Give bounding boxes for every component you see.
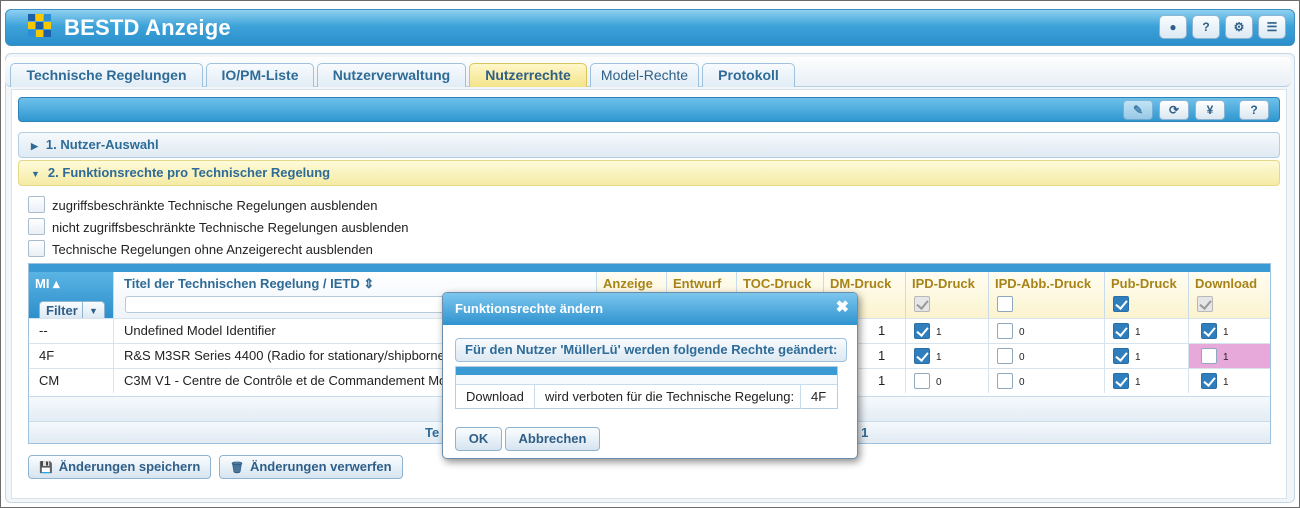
app-header: BESTD Anzeige ● ? ⚙ ☰ (5, 9, 1295, 46)
column-header-download[interactable]: Download (1189, 272, 1270, 318)
column-label: MI ▴ (35, 276, 60, 291)
column-select-all-checkbox[interactable] (1113, 296, 1129, 312)
dialog-info-label: Für den Nutzer 'MüllerLü' werden folgend… (455, 338, 848, 362)
accordion-label: 2. Funktionsrechte pro Technischer Regel… (47, 165, 331, 180)
ipd-abb-druck-checkbox[interactable] (997, 348, 1013, 364)
cancel-button[interactable]: Abbrechen (505, 427, 600, 451)
user-button[interactable]: ● (1159, 15, 1187, 39)
help-icon: ? (1250, 103, 1258, 117)
accordion-funktionsrechte[interactable]: ▼ 2. Funktionsrechte pro Technischer Rege… (18, 160, 1280, 186)
currency-button[interactable]: ¥ (1195, 100, 1225, 120)
tab-technische-regelungen[interactable]: Technische Regelungen (10, 63, 203, 87)
column-select-all-checkbox[interactable] (997, 296, 1013, 312)
cell-mi: -- (29, 319, 114, 343)
ipd-abb-druck-checkbox[interactable] (997, 373, 1013, 389)
toolbar-help-button[interactable]: ? (1239, 100, 1269, 120)
pub-druck-checkbox[interactable] (1113, 323, 1129, 339)
tab-nutzerrechte[interactable]: Nutzerrechte (469, 63, 587, 87)
download-checkbox[interactable] (1201, 323, 1217, 339)
change-right: Download (456, 385, 535, 409)
pub-druck-checkbox[interactable] (1113, 373, 1129, 389)
change-description: wird verboten für die Technische Regelun… (535, 385, 801, 409)
cell-ipd-abb-druck: 0 (989, 369, 1105, 393)
tab-protokoll[interactable]: Protokoll (702, 63, 795, 87)
grid-top-bar (29, 264, 1270, 272)
pager-text-left: Te (425, 425, 440, 440)
edit-icon: ✎ (1132, 103, 1144, 117)
toolbar: ✎ ⟳ ¥ ? (18, 97, 1280, 122)
caret-down-icon: ▼ (31, 169, 40, 179)
app-title: BESTD Anzeige (64, 15, 231, 40)
ok-button[interactable]: OK (455, 427, 502, 451)
user-icon: ● (1169, 20, 1177, 34)
discard-changes-button[interactable]: 🗑 Änderungen verwerfen (219, 455, 403, 479)
option-label: zugriffsbeschränkte Technische Regelunge… (52, 198, 378, 213)
cell-ipd-druck: 1 (906, 344, 989, 368)
cell-download-changed: 1 (1189, 344, 1270, 368)
yen-icon: ¥ (1206, 103, 1214, 117)
refresh-icon: ⟳ (1168, 103, 1180, 117)
pub-druck-checkbox[interactable] (1113, 348, 1129, 364)
gear-icon: ⚙ (1233, 20, 1245, 34)
column-select-all-checkbox[interactable] (1197, 296, 1213, 312)
help-button[interactable]: ? (1192, 15, 1220, 39)
cell-download: 1 (1189, 369, 1270, 393)
save-icon: 💾 (39, 462, 53, 474)
refresh-button[interactable]: ⟳ (1159, 100, 1189, 120)
settings-button[interactable]: ⚙ (1225, 15, 1253, 39)
option-checkbox-zugriffsbeschraenkt[interactable] (28, 196, 45, 213)
column-label: Titel der Technischen Regelung / IETD ⇕ (124, 276, 375, 291)
title-filter-input[interactable] (125, 296, 455, 313)
close-icon[interactable]: ✖ (836, 292, 849, 324)
ipd-druck-checkbox[interactable] (914, 373, 930, 389)
cell-mi: CM (29, 369, 114, 393)
cell-pub-druck: 1 (1105, 344, 1189, 368)
tab-nutzerverwaltung[interactable]: Nutzerverwaltung (317, 63, 466, 87)
change-model-identifier: 4F (811, 389, 827, 404)
trash-icon: 🗑 (230, 462, 244, 474)
help-icon: ? (1202, 20, 1210, 34)
column-header-mi[interactable]: MI ▴ Filter ▼ (29, 272, 114, 318)
filter-button[interactable]: Filter ▼ (39, 301, 105, 318)
option-label: Technische Regelungen ohne Anzeigerecht … (52, 242, 373, 257)
caret-right-icon: ▶ (31, 141, 38, 151)
dialog-change-table: Download wird verboten für die Technisch… (455, 366, 838, 409)
rights-change-dialog: Funktionsrechte ändern ✖ Für den Nutzer … (442, 292, 858, 459)
column-header-ipd-abb-druck[interactable]: IPD-Abb.-Druck (989, 272, 1105, 318)
column-header-ipd-druck[interactable]: IPD-Druck (906, 272, 989, 318)
cell-mi: 4F (29, 344, 114, 368)
cell-ipd-druck: 1 (906, 319, 989, 343)
option-label: nicht zugriffsbeschränkte Technische Reg… (52, 220, 409, 235)
option-checkbox-nicht-zugriffsbeschraenkt[interactable] (28, 218, 45, 235)
download-checkbox[interactable] (1201, 373, 1217, 389)
download-checkbox[interactable] (1201, 348, 1217, 364)
menu-button[interactable]: ☰ (1258, 15, 1286, 39)
edit-button[interactable]: ✎ (1123, 100, 1153, 120)
cell-pub-druck: 1 (1105, 369, 1189, 393)
option-checkbox-ohne-anzeigerecht[interactable] (28, 240, 45, 257)
accordion-nutzer-auswahl[interactable]: ▶ 1. Nutzer-Auswahl (18, 132, 1280, 158)
tab-model-rechte[interactable]: Model-Rechte (590, 63, 699, 87)
dialog-title: Funktionsrechte ändern ✖ (443, 293, 857, 325)
cell-download: 1 (1189, 319, 1270, 343)
column-select-all-checkbox[interactable] (914, 296, 930, 312)
cell-ipd-druck: 0 (906, 369, 989, 393)
menu-icon: ☰ (1266, 20, 1278, 34)
chevron-down-icon: ▼ (89, 306, 98, 316)
tab-io-pm-liste[interactable]: IO/PM-Liste (206, 63, 314, 87)
save-changes-button[interactable]: 💾 Änderungen speichern (28, 455, 212, 479)
ipd-abb-druck-checkbox[interactable] (997, 323, 1013, 339)
ipd-druck-checkbox[interactable] (914, 348, 930, 364)
cell-ipd-abb-druck: 0 (989, 344, 1105, 368)
ipd-druck-checkbox[interactable] (914, 323, 930, 339)
app-logo (28, 14, 52, 38)
accordion-label: 1. Nutzer-Auswahl (45, 137, 159, 152)
app-window: BESTD Anzeige ● ? ⚙ ☰ Technische Regelun… (0, 0, 1300, 508)
column-header-pub-druck[interactable]: Pub-Druck (1105, 272, 1189, 318)
cell-pub-druck: 1 (1105, 319, 1189, 343)
cell-ipd-abb-druck: 0 (989, 319, 1105, 343)
